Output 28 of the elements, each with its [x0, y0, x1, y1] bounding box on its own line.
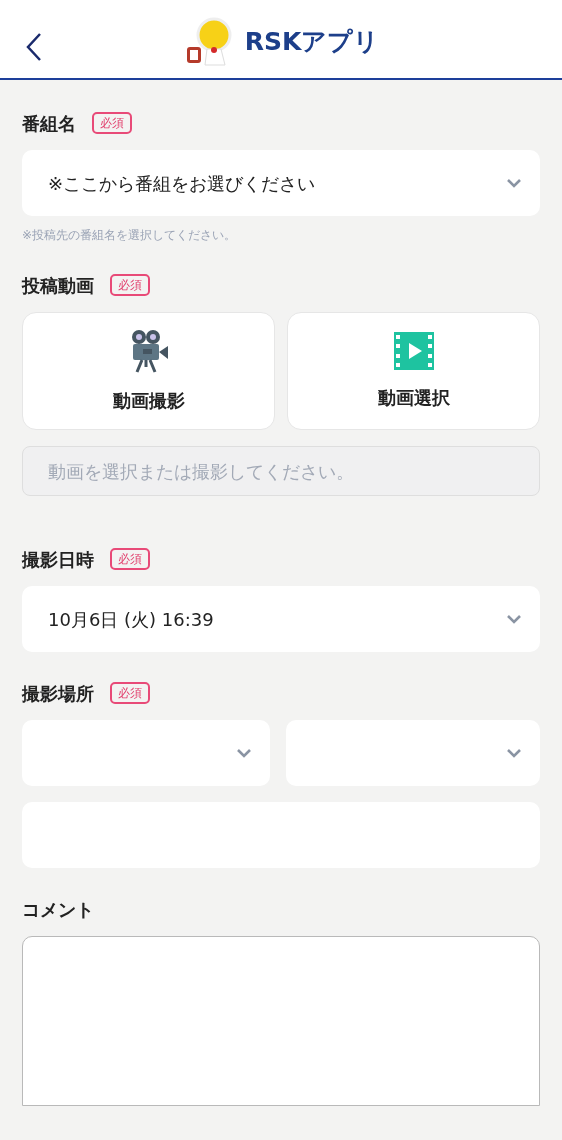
select-value: ※ここから番組をお選びください — [48, 171, 316, 196]
back-icon — [25, 32, 43, 62]
chevron-down-icon — [506, 178, 522, 188]
comment-textarea[interactable] — [22, 936, 540, 1106]
required-badge: 必須 — [92, 112, 132, 134]
app-title: RSKアプリ — [244, 26, 380, 59]
field-label: コメント — [22, 897, 94, 922]
chevron-down-icon — [236, 748, 252, 758]
field-label: 撮影場所 — [22, 681, 94, 706]
select-field[interactable] — [22, 720, 270, 786]
chevron-down-icon — [506, 614, 522, 624]
select-field[interactable]: ※ここから番組をお選びください — [22, 150, 540, 216]
placeholder-text: 動画を選択または撮影してください。 — [48, 459, 354, 484]
hint-text: ※投稿先の番組名を選択してください。 — [22, 227, 238, 244]
field-label: 番組名 — [22, 111, 76, 136]
video-option-button[interactable]: 動画撮影 — [22, 312, 275, 430]
select-field[interactable]: 10月6日 (火) 16:39 — [22, 586, 540, 652]
required-badge: 必須 — [110, 548, 150, 570]
select-field[interactable] — [286, 720, 540, 786]
required-badge: 必須 — [110, 274, 150, 296]
field-label: 投稿動画 — [22, 273, 94, 298]
movie-camera-icon — [129, 328, 168, 373]
required-badge: 必須 — [110, 682, 150, 704]
select-value: 10月6日 (火) 16:39 — [48, 607, 214, 632]
film-play-icon — [393, 331, 434, 370]
field-label: 撮影日時 — [22, 547, 94, 572]
chevron-down-icon — [506, 748, 522, 758]
video-option-button[interactable]: 動画選択 — [287, 312, 540, 430]
